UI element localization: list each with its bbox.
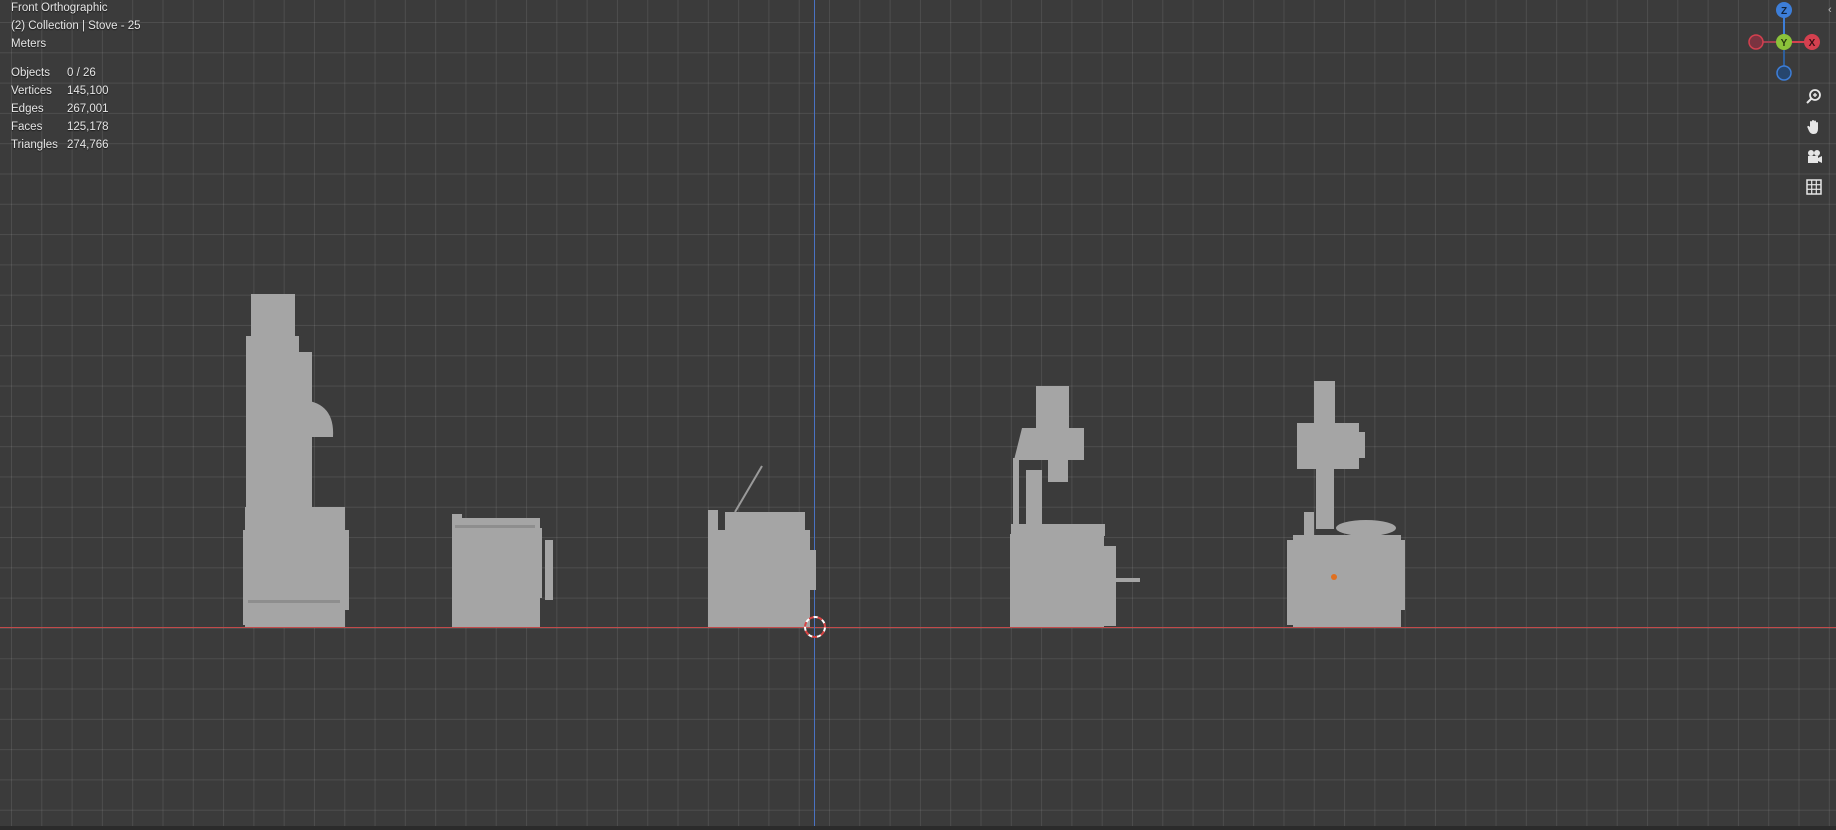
- stove-object-5[interactable]: [1287, 381, 1405, 627]
- gizmo-z-axis[interactable]: Z: [1776, 2, 1792, 18]
- stat-row: Vertices 145,100: [11, 82, 109, 100]
- stat-label: Triangles: [11, 139, 58, 151]
- stove-object-3[interactable]: [708, 465, 816, 627]
- gizmo-x-label: X: [1809, 38, 1816, 49]
- scene-statistics: Objects 0 / 26 Vertices 145,100 Edges 26…: [11, 64, 109, 154]
- navigation-gizmo[interactable]: Z X Y: [1740, 0, 1836, 90]
- hand-pan-icon: [1807, 120, 1818, 134]
- gizmo-y-label: Y: [1781, 38, 1788, 49]
- units-label: Meters: [11, 38, 47, 50]
- zoom-icon: [1806, 89, 1821, 104]
- stat-label: Vertices: [11, 85, 52, 97]
- view-name: Front Orthographic: [11, 2, 108, 14]
- gizmo-x-neg-axis[interactable]: [1748, 34, 1764, 50]
- stat-row: Faces 125,178: [11, 118, 109, 136]
- stove-object-1[interactable]: [243, 294, 349, 627]
- stat-value: 0 / 26: [67, 67, 96, 79]
- gizmo-x-axis[interactable]: X: [1804, 34, 1820, 50]
- gizmo-z-neg-axis[interactable]: [1776, 65, 1792, 81]
- stove-object-2[interactable]: [452, 514, 553, 627]
- zoom-button[interactable]: [1801, 84, 1827, 110]
- ortho-grid-icon: [1806, 179, 1822, 195]
- ortho-toggle-button[interactable]: [1801, 174, 1827, 200]
- 3d-viewport[interactable]: [0, 0, 1836, 830]
- collapse-arrow-icon[interactable]: ‹: [1828, 4, 1832, 16]
- stat-value: 267,001: [67, 103, 109, 115]
- scene-objects: [243, 294, 1405, 638]
- camera-icon: [1808, 150, 1822, 163]
- stat-label: Faces: [11, 121, 43, 133]
- view-info: Front Orthographic (2) Collection | Stov…: [11, 0, 141, 53]
- stat-row: Triangles 274,766: [11, 136, 109, 154]
- stat-value: 274,766: [67, 139, 109, 151]
- stat-value: 145,100: [67, 85, 109, 97]
- pan-button[interactable]: [1801, 114, 1827, 140]
- gizmo-y-axis[interactable]: Y: [1776, 34, 1792, 50]
- stove-object-4[interactable]: [1010, 386, 1140, 627]
- stat-value: 125,178: [67, 121, 109, 133]
- stat-label: Edges: [11, 103, 44, 115]
- stat-row: Edges 267,001: [11, 100, 109, 118]
- stat-label: Objects: [11, 67, 50, 79]
- camera-view-button[interactable]: [1801, 144, 1827, 170]
- stat-row: Objects 0 / 26: [11, 64, 109, 82]
- gizmo-z-label: Z: [1781, 6, 1787, 17]
- viewport-bottom-edge: [0, 826, 1836, 830]
- collection-line: (2) Collection | Stove - 25: [11, 20, 141, 32]
